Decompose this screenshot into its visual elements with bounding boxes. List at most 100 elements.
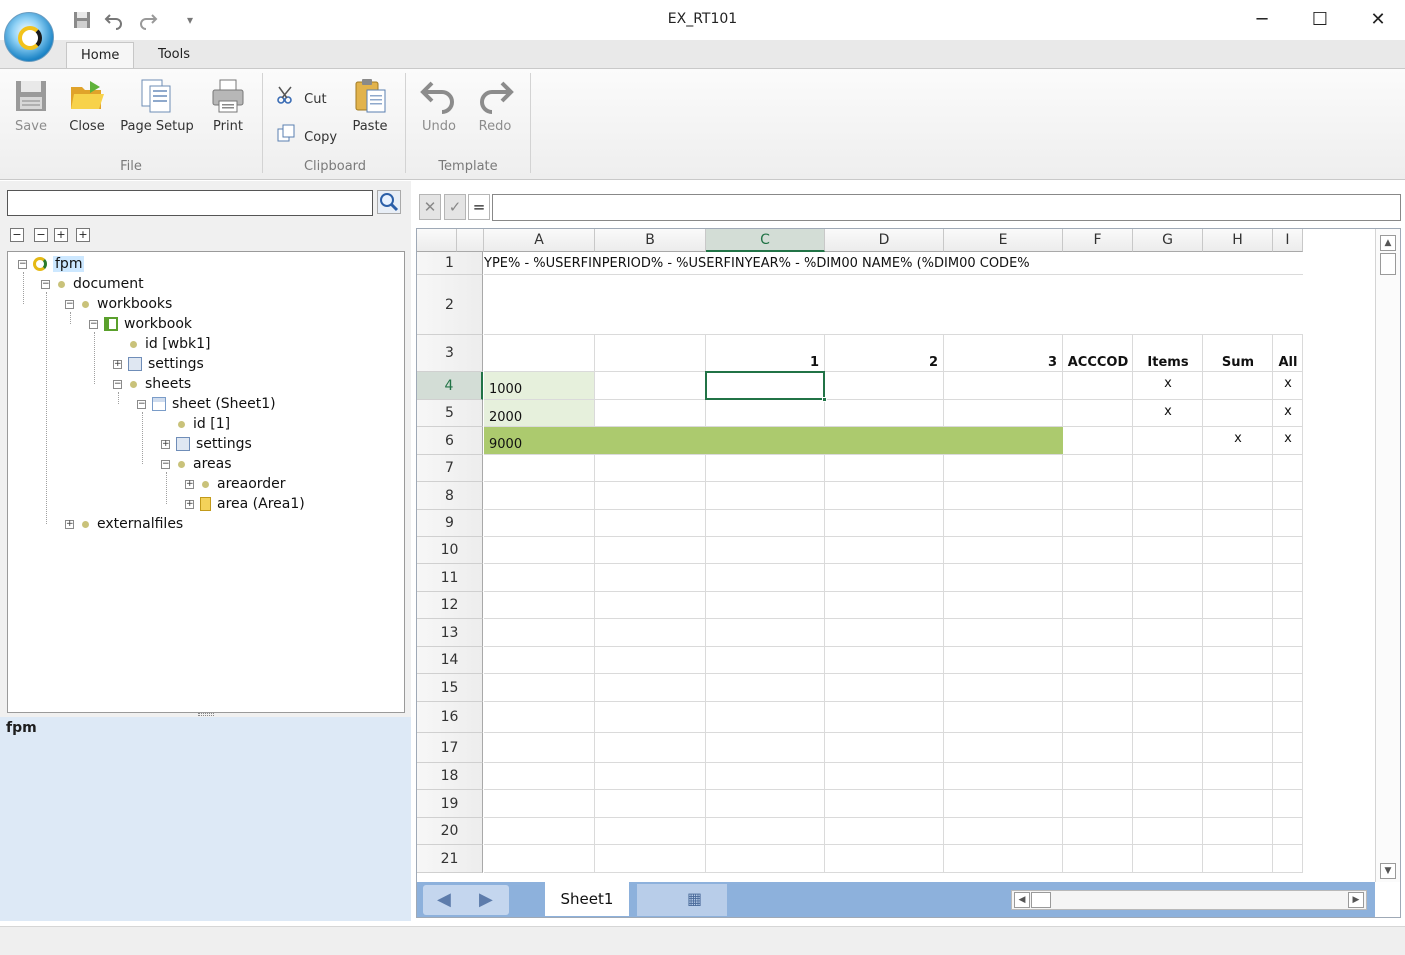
expand-toggle-icon[interactable]: + (185, 499, 194, 509)
cell-c14[interactable] (706, 647, 825, 674)
cell-a11[interactable] (484, 564, 595, 592)
row-header-4[interactable]: 4 (417, 372, 483, 400)
cell-g12[interactable] (1133, 592, 1203, 619)
collapse-toggle-icon[interactable]: − (65, 299, 74, 309)
cell-c7[interactable] (706, 455, 825, 482)
cell-a12[interactable] (484, 592, 595, 619)
cell-g10[interactable] (1133, 537, 1203, 564)
cell-h9[interactable] (1203, 510, 1273, 537)
cell-e20[interactable] (944, 818, 1063, 845)
scroll-right-icon[interactable]: ▶ (1348, 892, 1364, 908)
cell-g6[interactable] (1133, 427, 1203, 455)
cut-button[interactable]: Cut (276, 85, 327, 107)
add-sheet-button[interactable]: ▦ (637, 884, 727, 916)
cell-b10[interactable] (595, 537, 706, 564)
row-header-8[interactable]: 8 (417, 482, 483, 510)
expand-toggle-icon[interactable]: + (113, 359, 122, 369)
cell-h14[interactable] (1203, 647, 1273, 674)
cell-i20[interactable] (1273, 818, 1303, 845)
cell-h21[interactable] (1203, 845, 1273, 873)
cell-f8[interactable] (1063, 482, 1133, 510)
cell-f20[interactable] (1063, 818, 1133, 845)
cell-b13[interactable] (595, 619, 706, 647)
tree-node-workbook[interactable]: − workbook (89, 314, 192, 334)
maximize-button[interactable]: ☐ (1300, 6, 1340, 34)
cell-h2[interactable] (1203, 275, 1273, 335)
cell-f17[interactable] (1063, 733, 1133, 763)
cell-c20[interactable] (706, 818, 825, 845)
horizontal-scrollbar[interactable]: ◀ ▶ (1011, 890, 1367, 910)
cell-b17[interactable] (595, 733, 706, 763)
cell-f15[interactable] (1063, 674, 1133, 702)
row-header-18[interactable]: 18 (417, 763, 483, 790)
cell-a16[interactable] (484, 702, 595, 733)
cell-h17[interactable] (1203, 733, 1273, 763)
tree-node-id-1[interactable]: id [1] (174, 414, 230, 434)
cell-g7[interactable] (1133, 455, 1203, 482)
print-button[interactable]: Print (206, 77, 250, 134)
cell-h15[interactable] (1203, 674, 1273, 702)
redo-button[interactable]: Redo (474, 77, 516, 134)
cell-c8[interactable] (706, 482, 825, 510)
cell-i16[interactable] (1273, 702, 1303, 733)
row-header-15[interactable]: 15 (417, 674, 483, 702)
cell-f21[interactable] (1063, 845, 1133, 873)
cell-d12[interactable] (825, 592, 944, 619)
close-button[interactable]: Close (66, 77, 108, 134)
cell-e11[interactable] (944, 564, 1063, 592)
cell-i9[interactable] (1273, 510, 1303, 537)
cell-b18[interactable] (595, 763, 706, 790)
cell-f5[interactable] (1063, 400, 1133, 427)
cell-g18[interactable] (1133, 763, 1203, 790)
cell-f2[interactable] (1063, 275, 1133, 335)
cell-i21[interactable] (1273, 845, 1303, 873)
cell-d18[interactable] (825, 763, 944, 790)
next-sheet-icon[interactable]: ▶ (479, 889, 493, 910)
cell-c2[interactable] (706, 275, 825, 335)
cell-h8[interactable] (1203, 482, 1273, 510)
cell-a3[interactable] (484, 335, 595, 372)
cell-a8[interactable] (484, 482, 595, 510)
cell-b12[interactable] (595, 592, 706, 619)
cell-i11[interactable] (1273, 564, 1303, 592)
vertical-scrollbar[interactable]: ▲ ▼ (1375, 229, 1400, 882)
cell-f13[interactable] (1063, 619, 1133, 647)
row-header-7[interactable]: 7 (417, 455, 483, 482)
previous-sheet-icon[interactable]: ◀ (437, 889, 451, 910)
cell-d5[interactable] (825, 400, 944, 427)
cell-d16[interactable] (825, 702, 944, 733)
cell-e4[interactable] (944, 372, 1063, 400)
collapse-toggle-icon[interactable]: − (18, 259, 27, 269)
cell-a13[interactable] (484, 619, 595, 647)
formula-input[interactable] (492, 194, 1401, 221)
cell-d14[interactable] (825, 647, 944, 674)
cell-a17[interactable] (484, 733, 595, 763)
expand-icon[interactable]: + (54, 228, 68, 242)
cell-h16[interactable] (1203, 702, 1273, 733)
cell-a9[interactable] (484, 510, 595, 537)
cell-c15[interactable] (706, 674, 825, 702)
cell-b11[interactable] (595, 564, 706, 592)
cell-h13[interactable] (1203, 619, 1273, 647)
cell-b19[interactable] (595, 790, 706, 818)
cell-f18[interactable] (1063, 763, 1133, 790)
cell-b14[interactable] (595, 647, 706, 674)
cell-e16[interactable] (944, 702, 1063, 733)
tree-node-document[interactable]: − document (41, 274, 144, 294)
active-cell-c4[interactable] (705, 371, 825, 400)
cell-d21[interactable] (825, 845, 944, 873)
paste-button[interactable]: Paste (348, 77, 392, 134)
cell-d8[interactable] (825, 482, 944, 510)
cell-e18[interactable] (944, 763, 1063, 790)
cell-b7[interactable] (595, 455, 706, 482)
cell-i14[interactable] (1273, 647, 1303, 674)
row-header-11[interactable]: 11 (417, 564, 483, 592)
collapse-toggle-icon[interactable]: − (137, 399, 146, 409)
collapse-all-icon[interactable]: − (10, 228, 24, 242)
row-header-10[interactable]: 10 (417, 537, 483, 564)
cell-c5[interactable] (706, 400, 825, 427)
cell-c17[interactable] (706, 733, 825, 763)
cell-c18[interactable] (706, 763, 825, 790)
cell-g21[interactable] (1133, 845, 1203, 873)
collapse-toggle-icon[interactable]: − (113, 379, 122, 389)
